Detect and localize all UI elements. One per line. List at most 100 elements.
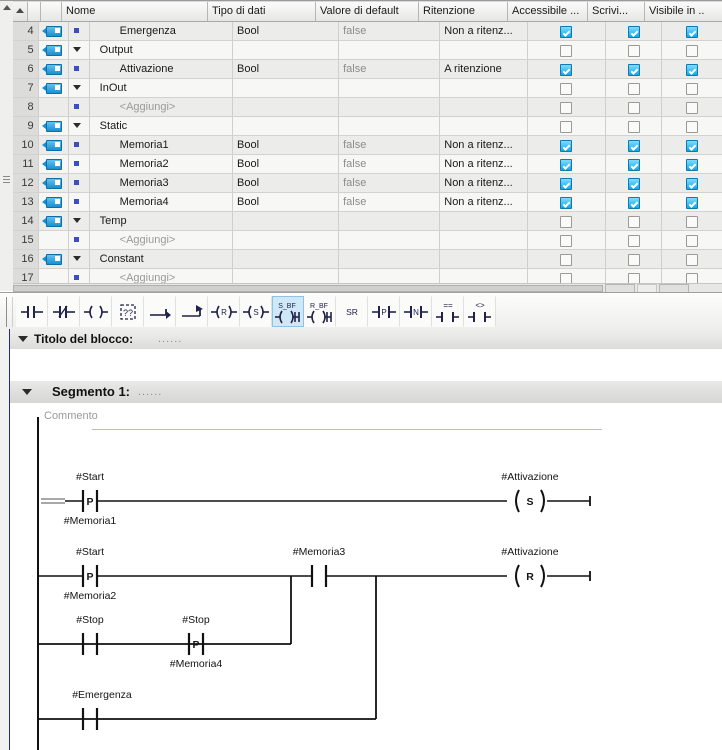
cell-visibile[interactable] (662, 193, 722, 211)
table-row[interactable]: 5 Output (13, 41, 722, 60)
cell-valore-di-default[interactable] (339, 250, 441, 268)
cell-accessibile[interactable] (528, 212, 607, 230)
cell-ritenzione[interactable] (440, 212, 528, 230)
expand-triangle-icon[interactable] (69, 117, 90, 135)
cell-accessibile[interactable] (528, 117, 607, 135)
checkbox-unchecked-icon[interactable] (627, 44, 640, 57)
cell-scrivibile[interactable] (606, 98, 663, 116)
select-all-corner[interactable] (13, 2, 28, 21)
cell-ritenzione[interactable] (440, 98, 528, 116)
sr-flipflop-icon[interactable]: SR (336, 296, 368, 327)
cell-scrivibile[interactable] (606, 79, 663, 97)
cell-scrivibile[interactable] (606, 250, 663, 268)
cell-ritenzione[interactable] (440, 79, 528, 97)
cell-scrivibile[interactable] (606, 22, 663, 40)
checkbox-checked-icon[interactable] (686, 196, 699, 209)
checkbox-unchecked-icon[interactable] (686, 234, 699, 247)
checkbox-unchecked-icon[interactable] (560, 234, 573, 247)
cell-ritenzione[interactable]: A ritenzione (440, 60, 528, 78)
cell-tipo-di-dati[interactable] (233, 117, 340, 135)
cell-accessibile[interactable] (528, 174, 607, 192)
toolbar-drag-handle[interactable] (6, 296, 13, 327)
close-branch-icon[interactable] (176, 296, 208, 327)
cell-scrivibile[interactable] (606, 117, 663, 135)
checkbox-unchecked-icon[interactable] (686, 82, 699, 95)
cell-nome[interactable]: Emergenza (90, 22, 234, 40)
cell-tipo-di-dati[interactable]: Bool (233, 60, 340, 78)
cell-valore-di-default[interactable] (339, 212, 441, 230)
header-tipo-di-dati[interactable]: Tipo di dati (208, 2, 316, 21)
checkbox-checked-icon[interactable] (560, 63, 573, 76)
hscroll-thumb[interactable] (13, 285, 603, 292)
cell-tipo-di-dati[interactable] (233, 212, 340, 230)
cell-tipo-di-dati[interactable]: Bool (233, 174, 340, 192)
checkbox-unchecked-icon[interactable] (560, 253, 573, 266)
table-row[interactable]: 8 <Aggiungi> (13, 98, 722, 117)
cell-accessibile[interactable] (528, 250, 607, 268)
cell-ritenzione[interactable] (440, 231, 528, 249)
cell-visibile[interactable] (662, 155, 722, 173)
table-row[interactable]: 11 Memoria2 Bool false Non a ritenz... (13, 155, 722, 174)
checkbox-unchecked-icon[interactable] (627, 82, 640, 95)
table-row[interactable]: 13 Memoria4 Bool false Non a ritenz... (13, 193, 722, 212)
cell-valore-di-default[interactable] (339, 98, 441, 116)
checkbox-unchecked-icon[interactable] (627, 120, 640, 133)
checkbox-checked-icon[interactable] (627, 25, 640, 38)
cell-nome[interactable]: Constant (90, 250, 234, 268)
cell-accessibile[interactable] (528, 231, 607, 249)
header-scrivibile[interactable]: Scrivi... (588, 2, 645, 21)
checkbox-checked-icon[interactable] (560, 158, 573, 171)
checkbox-unchecked-icon[interactable] (686, 120, 699, 133)
expand-triangle-icon[interactable] (69, 250, 90, 268)
checkbox-checked-icon[interactable] (686, 177, 699, 190)
cell-accessibile[interactable] (528, 155, 607, 173)
checkbox-unchecked-icon[interactable] (627, 101, 640, 114)
checkbox-checked-icon[interactable] (560, 139, 573, 152)
cell-ritenzione[interactable]: Non a ritenz... (440, 193, 528, 211)
cell-scrivibile[interactable] (606, 193, 663, 211)
checkbox-unchecked-icon[interactable] (627, 215, 640, 228)
checkbox-unchecked-icon[interactable] (627, 234, 640, 247)
expand-triangle-icon[interactable] (69, 41, 90, 59)
cell-ritenzione[interactable]: Non a ritenz... (440, 22, 528, 40)
reset-coil-icon[interactable]: R (208, 296, 240, 327)
cell-accessibile[interactable] (528, 193, 607, 211)
cell-nome[interactable]: Static (90, 117, 234, 135)
cell-accessibile[interactable] (528, 41, 607, 59)
cell-scrivibile[interactable] (606, 41, 663, 59)
checkbox-unchecked-icon[interactable] (686, 253, 699, 266)
cell-valore-di-default[interactable]: false (339, 60, 441, 78)
table-row[interactable]: 16 Constant (13, 250, 722, 269)
compare-equal-icon[interactable]: == (432, 296, 464, 327)
table-row[interactable]: 4 Emergenza Bool false Non a ritenz... (13, 22, 722, 41)
checkbox-checked-icon[interactable] (627, 63, 640, 76)
reset-bitfield-coil-icon[interactable]: R_BF (304, 296, 336, 327)
checkbox-unchecked-icon[interactable] (627, 253, 640, 266)
checkbox-unchecked-icon[interactable] (686, 215, 699, 228)
compare-notequal-icon[interactable]: <> (464, 296, 496, 327)
cell-valore-di-default[interactable]: false (339, 155, 441, 173)
table-row[interactable]: 14 Temp (13, 212, 722, 231)
splitter-grip-icon[interactable] (3, 176, 10, 185)
cell-visibile[interactable] (662, 250, 722, 268)
table-row[interactable]: 9 Static (13, 117, 722, 136)
cell-accessibile[interactable] (528, 136, 607, 154)
checkbox-checked-icon[interactable] (686, 139, 699, 152)
cell-scrivibile[interactable] (606, 136, 663, 154)
cell-accessibile[interactable] (528, 60, 607, 78)
cell-accessibile[interactable] (528, 79, 607, 97)
cell-valore-di-default[interactable]: false (339, 22, 441, 40)
normally-closed-contact-icon[interactable] (48, 296, 80, 327)
cell-valore-di-default[interactable] (339, 231, 441, 249)
checkbox-unchecked-icon[interactable] (560, 82, 573, 95)
checkbox-unchecked-icon[interactable] (560, 215, 573, 228)
block-title-collapse-icon[interactable] (18, 336, 28, 342)
ladder-diagram[interactable]: P #Start #Memoria1 S #Attivazione P #Sta… (10, 417, 722, 750)
header-accessibile[interactable]: Accessibile ... (508, 2, 588, 21)
output-coil-icon[interactable] (80, 296, 112, 327)
cell-ritenzione[interactable] (440, 250, 528, 268)
cell-visibile[interactable] (662, 117, 722, 135)
checkbox-unchecked-icon[interactable] (686, 44, 699, 57)
cell-scrivibile[interactable] (606, 174, 663, 192)
cell-accessibile[interactable] (528, 22, 607, 40)
